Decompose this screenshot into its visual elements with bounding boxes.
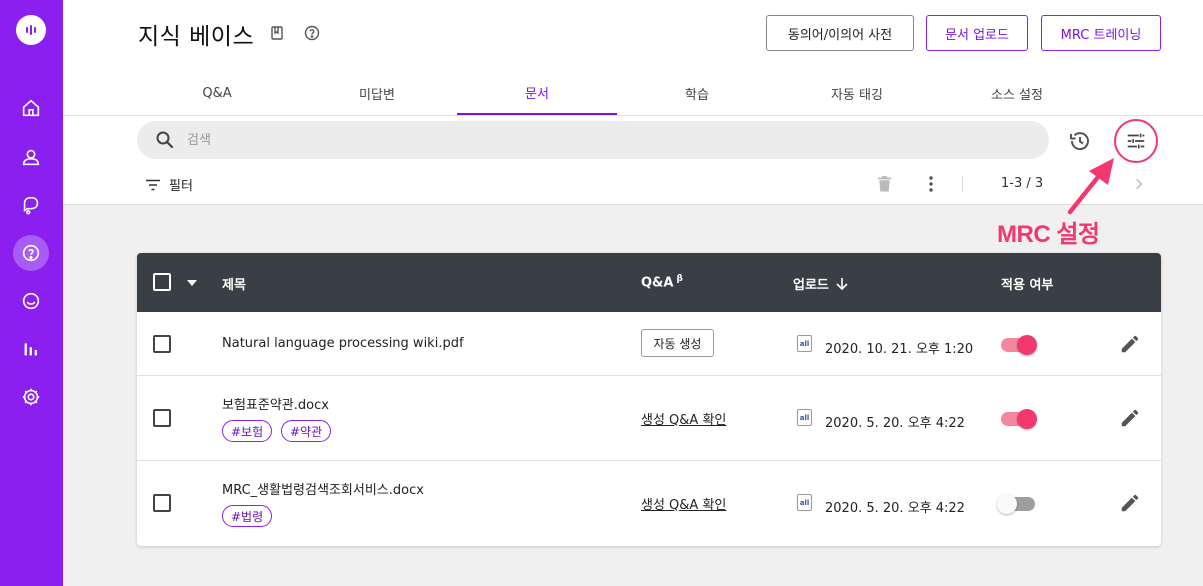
chevron-right-icon[interactable] xyxy=(1129,174,1149,194)
trash-icon[interactable] xyxy=(874,173,894,195)
edit-pencil-icon[interactable] xyxy=(1119,492,1141,514)
document-title[interactable]: MRC_생활법령검색조회서비스.docx xyxy=(222,479,424,498)
view-generated-qa-link[interactable]: 생성 Q&A 확인 xyxy=(641,409,726,428)
mrc-settings-tune-icon[interactable] xyxy=(1122,127,1150,155)
table-row: MRC_생활법령검색조회서비스.docx #법령 생성 Q&A 확인 all 2… xyxy=(137,461,1161,546)
filter-label: 필터 xyxy=(169,179,193,194)
file-type-icon: all xyxy=(797,335,812,352)
column-qa: Q&A β xyxy=(641,274,683,291)
statistics-icon[interactable] xyxy=(13,331,49,367)
row-checkbox[interactable] xyxy=(153,335,171,353)
home-icon[interactable] xyxy=(13,90,49,126)
row-checkbox[interactable] xyxy=(153,494,171,512)
tab-source-settings[interactable]: 소스 설정 xyxy=(937,72,1097,115)
pagination-count: 1-3 / 3 xyxy=(1001,176,1044,191)
apply-toggle[interactable] xyxy=(1001,335,1037,355)
table-row: 보험표준약관.docx #보험 #약관 생성 Q&A 확인 all 2020. … xyxy=(137,376,1161,461)
filter-icon xyxy=(146,179,160,190)
page-header: 지식 베이스 동의어/이의어 사전 문서 업로드 MRC 트레이닝 Q&A 미답… xyxy=(63,0,1203,116)
row-checkbox[interactable] xyxy=(153,409,171,427)
apply-toggle[interactable] xyxy=(997,494,1035,514)
document-title[interactable]: Natural language processing wiki.pdf xyxy=(222,336,464,351)
table-row: Natural language processing wiki.pdf 자동 … xyxy=(137,312,1161,376)
column-apply: 적용 여부 xyxy=(1001,278,1054,293)
tab-unanswered[interactable]: 미답변 xyxy=(297,72,457,115)
documents-table: 제목 Q&A β 업로드 적용 여부 Natural language proce… xyxy=(137,253,1161,546)
settings-gear-icon[interactable] xyxy=(13,379,49,415)
file-type-icon: all xyxy=(797,494,812,511)
tag-chip[interactable]: #보험 xyxy=(222,420,273,442)
page-title: 지식 베이스 xyxy=(138,24,255,50)
upload-date: 2020. 5. 20. 오후 4:22 xyxy=(825,416,965,431)
tab-qa[interactable]: Q&A xyxy=(137,72,297,115)
more-vertical-icon[interactable] xyxy=(921,173,941,195)
book-icon[interactable] xyxy=(269,25,285,41)
annotation-label: MRC 설정 xyxy=(997,221,1100,248)
select-all-checkbox[interactable] xyxy=(153,273,171,291)
table-header: 제목 Q&A β 업로드 적용 여부 xyxy=(137,253,1161,312)
tab-learning[interactable]: 학습 xyxy=(617,72,777,115)
document-toolbar: 필터 1-3 / 3 xyxy=(63,116,1203,205)
toolbar-divider xyxy=(962,176,963,192)
knowledge-base-icon[interactable] xyxy=(13,235,49,271)
annotation-arrow-icon xyxy=(1067,158,1114,215)
column-title: 제목 xyxy=(222,278,246,293)
edit-pencil-icon[interactable] xyxy=(1119,333,1141,355)
mrc-training-button[interactable]: MRC 트레이닝 xyxy=(1041,15,1161,51)
upload-document-button[interactable]: 문서 업로드 xyxy=(926,15,1028,51)
edit-pencil-icon[interactable] xyxy=(1119,407,1141,429)
tab-bar: Q&A 미답변 문서 학습 자동 태깅 소스 설정 xyxy=(63,72,1203,116)
tab-auto-tagging[interactable]: 자동 태깅 xyxy=(777,72,937,115)
caret-down-icon[interactable] xyxy=(187,280,197,286)
view-generated-qa-link[interactable]: 생성 Q&A 확인 xyxy=(641,494,726,513)
tag-chip[interactable]: #약관 xyxy=(281,420,332,442)
auto-generate-button[interactable]: 자동 생성 xyxy=(641,329,714,357)
search-bar xyxy=(137,121,1049,159)
tag-chip[interactable]: #법령 xyxy=(222,505,273,527)
document-title[interactable]: 보험표준약관.docx xyxy=(222,394,329,413)
filter-button[interactable]: 필터 xyxy=(145,175,193,194)
upload-date: 2020. 10. 21. 오후 1:20 xyxy=(825,342,974,357)
column-upload[interactable]: 업로드 xyxy=(793,274,848,293)
user-icon[interactable] xyxy=(13,139,49,175)
chat-bubble-icon[interactable] xyxy=(13,187,49,223)
apply-toggle[interactable] xyxy=(1001,409,1037,429)
file-type-icon: all xyxy=(797,409,812,426)
help-icon[interactable] xyxy=(304,25,320,41)
upload-date: 2020. 5. 20. 오후 4:22 xyxy=(825,501,965,516)
tab-documents[interactable]: 문서 xyxy=(457,72,617,115)
conversation-icon[interactable] xyxy=(13,283,49,319)
app-logo-icon[interactable] xyxy=(16,15,46,45)
sidebar xyxy=(0,0,63,586)
search-icon xyxy=(156,131,174,149)
search-input[interactable] xyxy=(187,121,1027,159)
synonym-dictionary-button[interactable]: 동의어/이의어 사전 xyxy=(766,15,914,51)
arrow-down-icon xyxy=(836,278,848,290)
